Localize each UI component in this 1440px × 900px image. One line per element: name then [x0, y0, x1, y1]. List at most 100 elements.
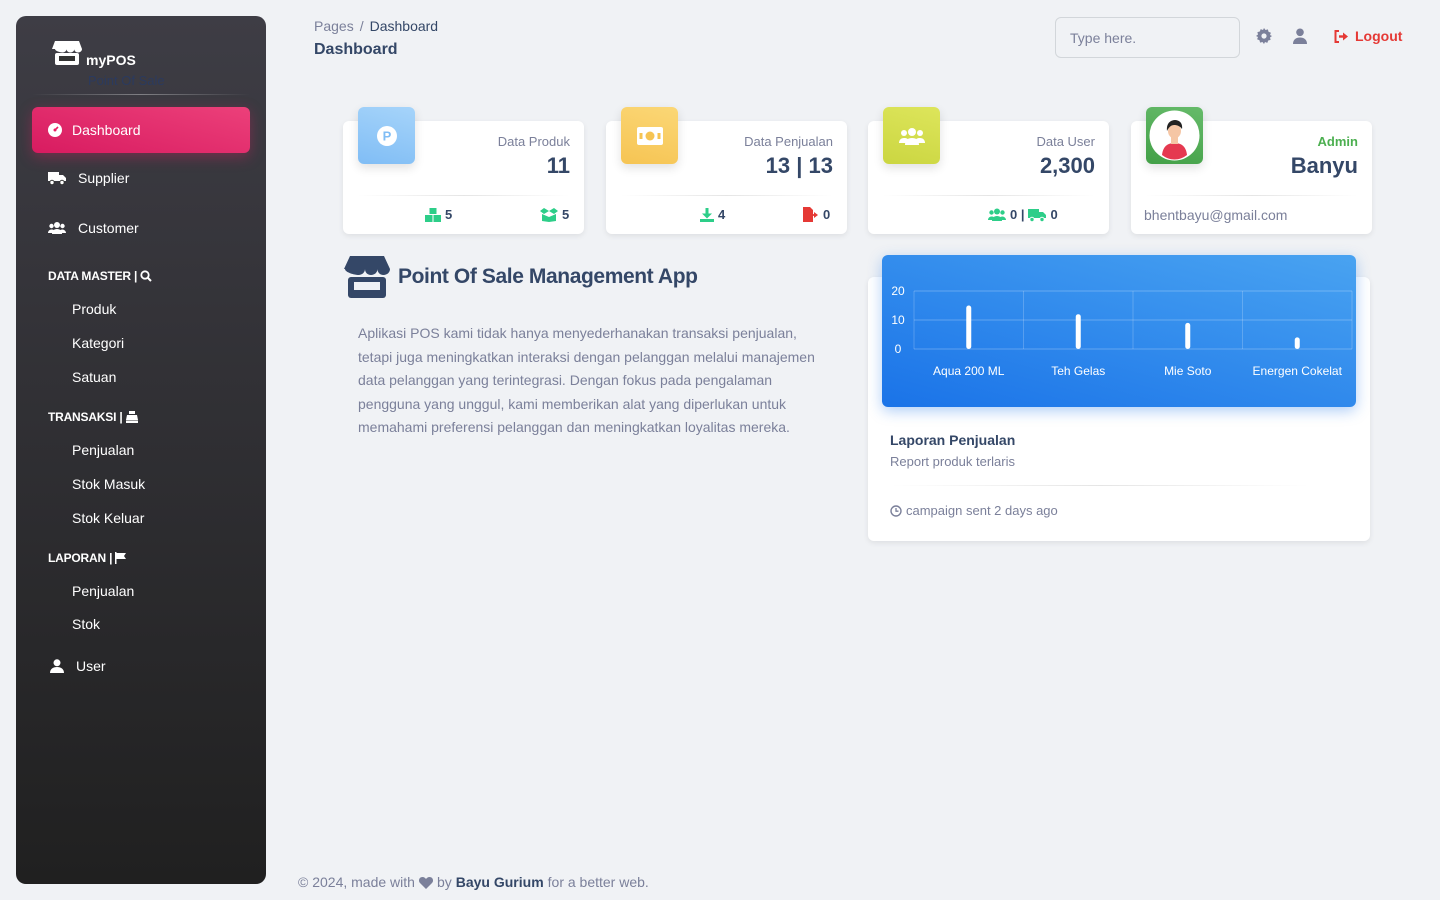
sidebar-item-produk[interactable]: Produk: [72, 301, 116, 317]
badge-penjualan: [621, 107, 678, 164]
sidebar-item-penjualan[interactable]: Penjualan: [72, 442, 134, 458]
users-icon: [988, 208, 1006, 221]
divider: [882, 195, 1095, 196]
stat-foot-left: 5: [425, 207, 452, 222]
sidebar-item-supplier[interactable]: Supplier: [48, 170, 129, 186]
sidebar-item-user[interactable]: User: [48, 658, 106, 674]
flag-icon: [115, 552, 127, 564]
gauge-icon: [48, 123, 62, 137]
avatar-icon: [1149, 110, 1200, 161]
sign-out-icon: [1334, 29, 1348, 43]
bar: [966, 305, 972, 349]
clock-icon: [890, 504, 902, 517]
footer-author-link[interactable]: Bayu Gurium: [456, 874, 544, 890]
search-icon: [140, 270, 152, 282]
sidebar-item-label: User: [76, 658, 106, 674]
cash-register-icon: [125, 411, 138, 423]
sidebar-item-laporan-penjualan[interactable]: Penjualan: [72, 583, 134, 599]
logout-button[interactable]: Logout: [1334, 28, 1402, 44]
money-bill-icon: [636, 126, 663, 145]
stat-foot-right: 5: [540, 207, 569, 222]
info-description: Aplikasi POS kami tidak hanya menyederha…: [358, 325, 815, 435]
sidebar-item-stok-keluar[interactable]: Stok Keluar: [72, 510, 144, 526]
divider: [357, 195, 570, 196]
stat-foot-right: 0: [803, 207, 830, 222]
profile-name: Banyu: [1290, 153, 1358, 178]
sidebar-item-label: Dashboard: [72, 122, 141, 138]
info-heading: Point Of Sale Management App: [344, 256, 698, 298]
stat-label: Data Penjualan: [744, 134, 833, 149]
stat-value: 11: [546, 153, 570, 178]
stat-card-produk[interactable]: P Data Produk 11 5 5: [343, 107, 584, 234]
svg-text:P: P: [382, 128, 391, 143]
gear-icon[interactable]: [1256, 28, 1272, 44]
section-data-master: DATA MASTER |: [48, 269, 152, 283]
sidebar-item-dashboard[interactable]: Dashboard: [32, 107, 250, 153]
report-timestamp: campaign sent 2 days ago: [890, 503, 1058, 518]
sidebar-item-satuan[interactable]: Satuan: [72, 369, 116, 385]
parking-icon: P: [376, 125, 397, 146]
heart-icon: [418, 876, 433, 889]
box-open-icon: [540, 207, 558, 222]
stat-label: Data User: [1036, 134, 1095, 149]
sidebar-item-customer[interactable]: Customer: [48, 220, 139, 236]
divider: [1145, 195, 1358, 196]
truck-icon: [1028, 208, 1047, 222]
breadcrumb-separator: /: [359, 18, 364, 34]
y-tick-label: 20: [891, 284, 905, 298]
stat-foot: 0 | 0: [988, 207, 1058, 222]
file-export-icon: [803, 207, 818, 222]
sidebar-item-kategori[interactable]: Kategori: [72, 335, 124, 351]
boxes-icon: [425, 207, 441, 222]
users-icon: [898, 127, 925, 145]
bar: [1185, 322, 1191, 349]
badge-produk: P: [358, 107, 415, 164]
footer: © 2024, made with by Bayu Gurium for a b…: [298, 874, 649, 890]
y-tick-label: 0: [895, 342, 902, 356]
info-title: Point Of Sale Management App: [398, 265, 698, 288]
page-title: Dashboard: [314, 41, 398, 58]
store-icon: [344, 256, 390, 298]
profile-card[interactable]: Admin Banyu bhentbayu@gmail.com: [1131, 107, 1372, 234]
breadcrumb-current: Dashboard: [369, 18, 439, 34]
x-tick-label: Teh Gelas: [1051, 364, 1105, 378]
section-transaksi: TRANSAKSI |: [48, 410, 138, 424]
divider: [32, 94, 250, 95]
bar: [1294, 337, 1300, 349]
user-icon: [48, 658, 66, 674]
sidebar-item-laporan-stok[interactable]: Stok: [72, 616, 100, 632]
stat-foot-left: 4: [700, 207, 725, 222]
truck-icon: [48, 170, 66, 186]
users-icon: [48, 220, 66, 236]
report-title: Laporan Penjualan: [890, 432, 1016, 448]
divider: [890, 485, 1310, 486]
logout-label: Logout: [1355, 28, 1403, 44]
sidebar-item-stok-masuk[interactable]: Stok Masuk: [72, 476, 145, 492]
avatar: [1146, 107, 1203, 164]
badge-user: [883, 107, 940, 164]
bar: [1075, 314, 1081, 349]
sidebar-item-label: Customer: [78, 220, 139, 236]
section-laporan: LAPORAN |: [48, 551, 127, 565]
stat-card-user[interactable]: Data User 2,300 0 | 0: [868, 107, 1109, 234]
search-input[interactable]: [1055, 17, 1240, 58]
y-tick-label: 10: [891, 313, 905, 327]
brand-subtitle: Point Of Sale: [88, 73, 165, 88]
profile-email: bhentbayu@gmail.com: [1144, 207, 1288, 223]
role-label: Admin: [1317, 134, 1358, 149]
breadcrumb: Pages / Dashboard: [314, 18, 438, 34]
stat-value: 2,300: [1039, 153, 1095, 178]
brand[interactable]: myPOS: [52, 40, 136, 68]
download-icon: [700, 207, 714, 222]
x-tick-label: Aqua 200 ML: [933, 364, 1005, 378]
store-icon: [52, 41, 82, 65]
breadcrumb-root[interactable]: Pages: [314, 18, 354, 34]
sidebar-item-label: Supplier: [78, 170, 130, 186]
account-icon[interactable]: [1292, 28, 1308, 44]
brand-name: myPOS: [86, 52, 136, 68]
report-subtitle: Report produk terlaris: [890, 454, 1015, 469]
stat-label: Data Produk: [497, 134, 570, 149]
stat-card-penjualan[interactable]: Data Penjualan 13 | 13 4 0: [606, 107, 847, 234]
bar-chart: 20 10 0 Aqua 200 ML Teh Gelas Mie Soto Energen…: [891, 284, 1353, 378]
sidebar: myPOS Point Of Sale Dashboard Supplier C…: [16, 16, 266, 884]
